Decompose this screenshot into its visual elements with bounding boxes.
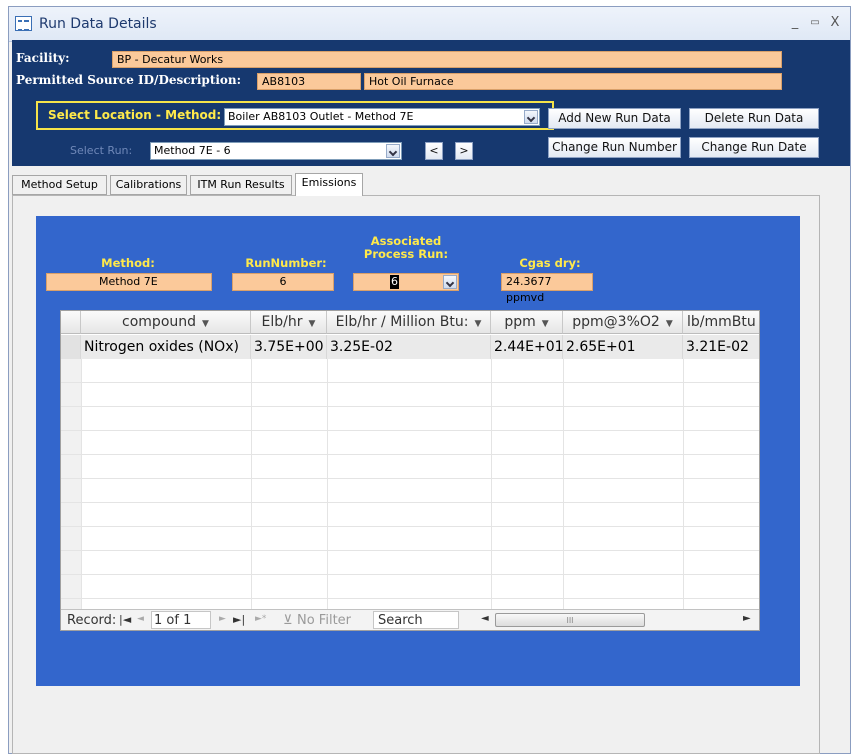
facility-field[interactable]: BP - Decatur Works [112, 51, 782, 68]
column-header-ppm[interactable]: ppm ▼ [491, 311, 563, 334]
run-value: Method 7E - 6 [154, 144, 231, 157]
record-label: Record: [67, 613, 117, 628]
run-label: Select Run: [70, 144, 133, 157]
title-bar: Run Data Details _ ▭ X [9, 7, 850, 42]
change-run-number-button[interactable]: Change Run Number [548, 137, 681, 158]
facility-label: Facility: [16, 51, 70, 65]
form-icon [15, 16, 32, 31]
column-header-compound[interactable]: compound ▼ [81, 311, 251, 334]
window-title: Run Data Details [39, 16, 157, 32]
horizontal-scroll-thumb[interactable]: III [495, 613, 645, 627]
column-header-lb-mmbtu[interactable]: lb/mmBtu [683, 311, 759, 334]
cell-lb-mmbtu[interactable]: 3.21E-02 [683, 335, 759, 359]
column-header-elb-hr[interactable]: Elb/hr ▼ [251, 311, 327, 334]
source-id-field[interactable]: AB8103 [257, 73, 361, 90]
method-label: Method: [101, 256, 155, 270]
previous-record-icon[interactable]: ◄ [137, 614, 144, 624]
new-record-icon[interactable]: ►* [255, 614, 266, 624]
runnumber-label: RunNumber: [245, 256, 327, 270]
first-record-icon[interactable]: |◄ [119, 613, 131, 626]
record-navigation-bar: Record: |◄ ◄ 1 of 1 ► ►| ►* ⊻ No Filter … [61, 609, 759, 630]
tab-emissions[interactable]: Emissions [295, 173, 363, 196]
cell-ppm-3-o2[interactable]: 2.65E+01 [563, 335, 683, 359]
cell-elb-hr-million-btu[interactable]: 3.25E-02 [327, 335, 491, 359]
cgas-dry-field[interactable]: 24.3677 ppmvd [501, 273, 593, 304]
source-description-field[interactable]: Hot Oil Furnace [364, 73, 782, 90]
restore-icon[interactable]: ▭ [807, 15, 823, 31]
add-new-run-data-button[interactable]: Add New Run Data [548, 108, 681, 129]
header-panel: Facility: BP - Decatur Works Permitted S… [12, 40, 850, 166]
runnumber-field[interactable]: 6 [232, 273, 334, 291]
process-run-value: 6 [390, 275, 399, 289]
column-header-elb-hr-million-btu[interactable]: Elb/hr / Million Btu: ▼ [327, 311, 491, 334]
filter-icon: ⊻ [283, 613, 293, 628]
search-box[interactable]: Search [373, 611, 459, 629]
chevron-down-icon[interactable] [386, 144, 400, 158]
previous-run-button[interactable]: < [425, 142, 443, 160]
chevron-down-icon[interactable] [443, 275, 457, 289]
process-run-select[interactable]: 6 [353, 273, 459, 291]
cell-elb-hr[interactable]: 3.75E+00 [251, 335, 327, 359]
run-select[interactable]: Method 7E - 6 [150, 142, 402, 160]
column-header-ppm-3-o2[interactable]: ppm@3%O2 ▼ [563, 311, 683, 334]
cell-compound[interactable]: Nitrogen oxides (NOx) [81, 335, 251, 359]
no-filter-indicator[interactable]: No Filter [297, 613, 351, 628]
next-record-icon[interactable]: ► [219, 614, 226, 624]
source-label: Permitted Source ID/Description: [16, 73, 242, 87]
empty-rows-area [61, 359, 759, 609]
location-label: Select Location - Method: [48, 108, 222, 122]
cgas-label: Cgas dry: [519, 256, 581, 270]
location-method-value: Boiler AB8103 Outlet - Method 7E [228, 110, 414, 123]
select-all-corner[interactable] [61, 311, 81, 334]
scroll-right-icon[interactable]: ► [743, 613, 751, 624]
emissions-datasheet: compound ▼ Elb/hr ▼ Elb/hr / Million Btu: ▼… [60, 310, 760, 631]
minimize-icon[interactable]: _ [787, 15, 803, 31]
row-selector[interactable] [61, 335, 81, 359]
method-field[interactable]: Method 7E [46, 273, 212, 291]
chevron-down-icon[interactable] [524, 110, 538, 124]
tab-calibrations[interactable]: Calibrations [110, 175, 187, 195]
scroll-left-icon[interactable]: ◄ [481, 613, 489, 624]
change-run-date-button[interactable]: Change Run Date [689, 137, 819, 158]
last-record-icon[interactable]: ►| [233, 613, 245, 626]
delete-run-data-button[interactable]: Delete Run Data [689, 108, 819, 129]
current-record-field[interactable]: 1 of 1 [151, 611, 211, 629]
process-run-label: Process Run: [363, 247, 449, 261]
next-run-button[interactable]: > [455, 142, 473, 160]
location-method-select[interactable]: Boiler AB8103 Outlet - Method 7E [224, 108, 540, 126]
cell-ppm[interactable]: 2.44E+01 [491, 335, 564, 359]
tab-method-setup[interactable]: Method Setup [12, 175, 107, 195]
tab-itm-run-results[interactable]: ITM Run Results [190, 175, 292, 195]
close-icon[interactable]: X [827, 15, 843, 31]
